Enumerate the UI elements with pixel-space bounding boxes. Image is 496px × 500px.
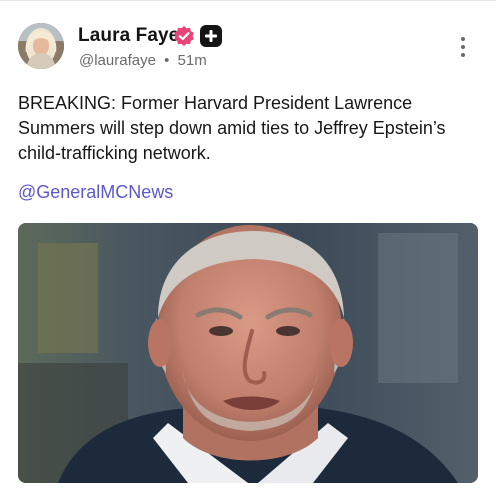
mention-link[interactable]: @GeneralMCNews [18, 182, 173, 203]
meta-separator: • [164, 52, 170, 69]
post-timestamp[interactable]: 51m [178, 52, 207, 69]
more-vertical-icon[interactable] [452, 37, 474, 63]
post-text: BREAKING: Former Harvard President Lawre… [18, 93, 446, 163]
post-photo [18, 223, 478, 483]
post-image[interactable] [18, 223, 478, 483]
post-card: Laura Faye @laurafaye • 51m BREAKING: Fo… [0, 0, 496, 500]
author-display-name[interactable]: Laura Faye [78, 25, 179, 47]
plus-badge-icon [200, 25, 222, 47]
avatar-image [18, 23, 64, 69]
author-avatar[interactable] [18, 23, 64, 69]
author-handle[interactable]: @laurafaye [79, 52, 156, 69]
verified-badge-icon [173, 25, 195, 47]
author-meta: @laurafaye • 51m [79, 52, 207, 69]
